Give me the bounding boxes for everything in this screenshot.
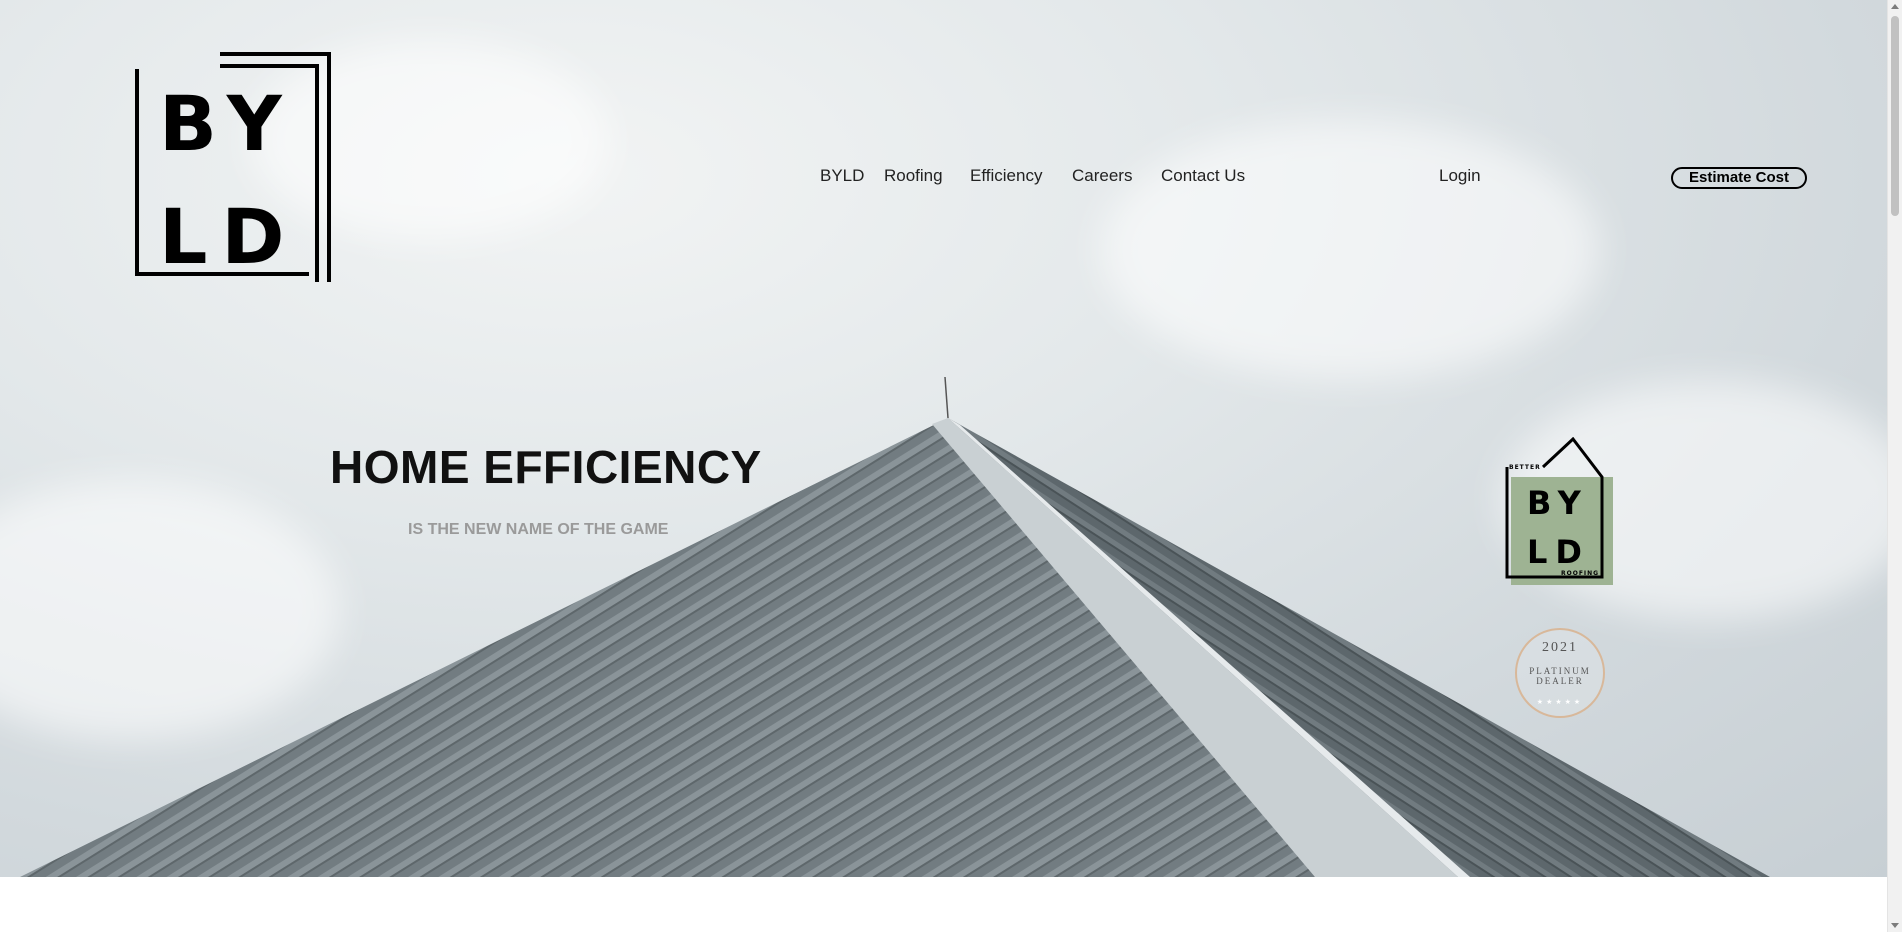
logo-row-1: BY: [159, 79, 296, 168]
byld-logo[interactable]: BY LD: [135, 52, 331, 282]
seal-line-2: DEALER: [1536, 676, 1584, 686]
nav-item-careers[interactable]: Careers: [1072, 166, 1132, 186]
seal-year: 2021: [1542, 640, 1578, 655]
nav-item-roofing[interactable]: Roofing: [884, 166, 943, 186]
badge-row-1: BY: [1527, 484, 1589, 522]
nav-item-efficiency[interactable]: Efficiency: [970, 166, 1042, 186]
badge-top-text: BETTER: [1509, 464, 1541, 471]
scrollbar-thumb[interactable]: [1891, 16, 1899, 216]
hero-title: HOME EFFICIENCY: [330, 441, 762, 493]
nav-item-byld[interactable]: BYLD: [820, 166, 864, 186]
platinum-dealer-seal: 2021 PLATINUM DEALER ★★★★★: [1515, 628, 1605, 718]
seal-stars: ★★★★★: [1536, 699, 1584, 706]
seal-line-1: PLATINUM: [1529, 666, 1591, 676]
byld-roofing-badge: BETTER BY LD ROOFING: [1505, 437, 1613, 585]
scroll-down-icon[interactable]: [1891, 923, 1899, 928]
login-link[interactable]: Login: [1439, 166, 1481, 186]
hero-subtitle: IS THE NEW NAME OF THE GAME: [408, 521, 669, 538]
badge-row-2: LD: [1527, 533, 1590, 571]
page-scrollbar[interactable]: [1887, 0, 1902, 932]
badge-bottom-text: ROOFING: [1561, 570, 1600, 577]
logo-row-2: LD: [159, 192, 299, 281]
estimate-cost-button[interactable]: Estimate Cost: [1671, 167, 1807, 189]
nav-item-contact-us[interactable]: Contact Us: [1161, 166, 1245, 186]
scroll-up-icon[interactable]: [1891, 4, 1899, 9]
content-area: [0, 877, 1888, 932]
